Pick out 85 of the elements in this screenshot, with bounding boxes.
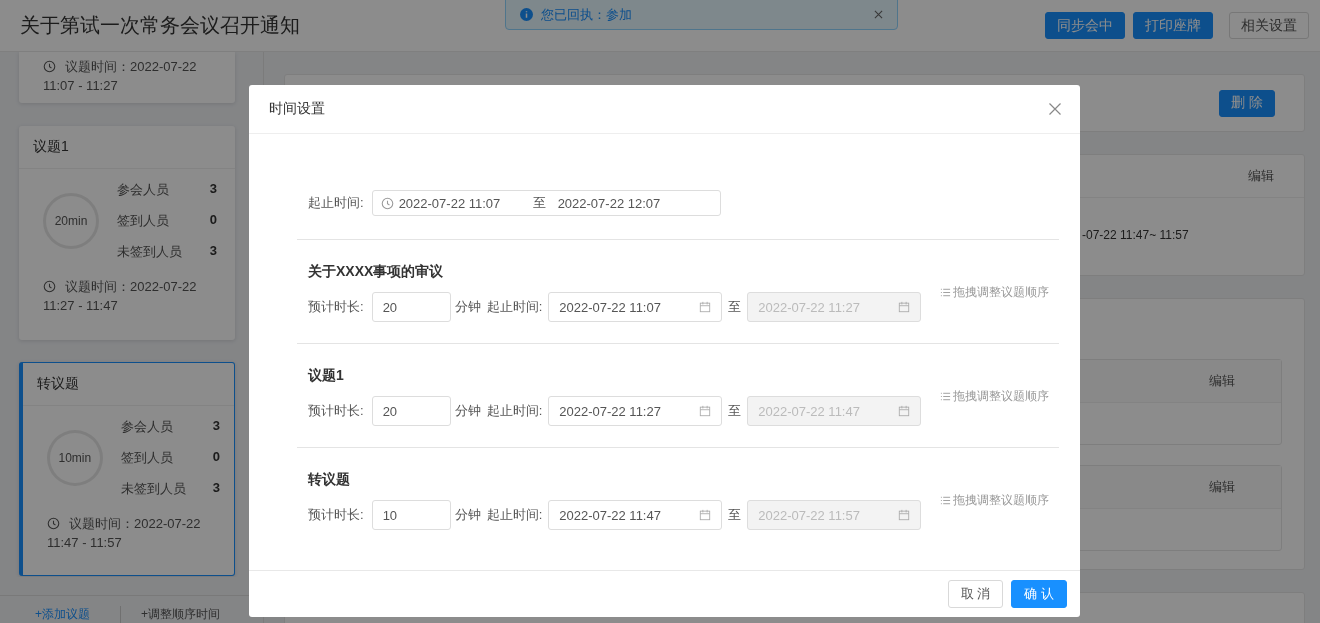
calendar-icon [898, 509, 911, 521]
range-separator: 至 [728, 506, 742, 524]
topic-heading: 转议题 [308, 470, 351, 488]
topic-time-range: 11:07 - 11:27 [43, 77, 118, 95]
date-range-picker[interactable]: 2022-07-22 11:07 至 2022-07-22 12:07 [371, 190, 721, 216]
topic-heading: 关于XXXX事项的审议 [308, 262, 445, 280]
topic-time-label: 议题时间：2022-07-22 [65, 58, 197, 76]
unit-label: 分钟 [454, 402, 481, 420]
stat-label: 未签到人员 [120, 480, 187, 498]
topic-title: 转议题 [37, 375, 79, 393]
range-separator: 至 [728, 402, 742, 420]
stat-label: 签到人员 [120, 449, 174, 467]
calendar-icon [898, 301, 911, 313]
duration-ring: 20min [43, 193, 99, 249]
stat-value: 0 [212, 449, 220, 466]
stat-value: 3 [209, 181, 217, 198]
topic-card[interactable]: 转议题 10min 参会人员 3 签到人员 0 未签到人员 3 议题时间：2022-07-22 11:47 - 11:57 [19, 362, 235, 576]
edit-link[interactable]: 编辑 [1209, 478, 1235, 496]
stat-value: 0 [209, 212, 217, 229]
calendar-icon [898, 405, 911, 417]
field-label: 起止时间: [308, 194, 364, 212]
topic-time-range: 11:27 - 11:47 [43, 297, 118, 315]
date-picker: 2022-07-22 11:57 [747, 500, 922, 530]
calendar-icon [699, 405, 712, 417]
stat-label: 未签到人员 [117, 243, 183, 261]
info-icon [520, 8, 533, 21]
date-picker: 2022-07-22 11:47 [747, 396, 922, 426]
close-icon[interactable] [874, 10, 883, 19]
duration-input[interactable]: 20 [371, 292, 451, 322]
date-picker[interactable]: 2022-07-22 11:27 [548, 396, 723, 426]
field-label: 起止时间: [486, 506, 543, 524]
list-icon [940, 495, 951, 506]
topic-title: 议题1 [33, 138, 69, 156]
range-separator: 至 [532, 194, 547, 212]
stat-value: 3 [209, 243, 217, 260]
header-button[interactable]: 打印座牌 [1133, 12, 1213, 39]
topic-time-label: 议题时间：2022-07-22 [65, 278, 197, 296]
stat-label: 签到人员 [117, 212, 170, 230]
topic-card[interactable]: 议题1 20min 参会人员 3 签到人员 0 未签到人员 3 议题时间：2022-07-22 11:27 - 11:47 [19, 126, 235, 340]
stat-value: 3 [212, 480, 220, 497]
clock-icon [380, 196, 394, 210]
clock-icon [43, 60, 56, 73]
dialog-title: 时间设置 [269, 100, 325, 118]
dialog-button[interactable]: 取 消 [947, 580, 1004, 608]
time-range-text: -07-22 11:47~ 11:57 [1082, 228, 1190, 242]
stat-label: 参会人员 [117, 181, 170, 199]
list-icon [940, 287, 951, 298]
alert-text: 您已回执：参加 [541, 5, 633, 24]
clock-icon [47, 517, 60, 530]
topic-card[interactable]: 议题时间：2022-07-22 11:07 - 11:27 [19, 52, 235, 103]
field-label: 预计时长: [308, 402, 364, 420]
edit-link[interactable]: 编辑 [1248, 167, 1274, 185]
unit-label: 分钟 [454, 298, 481, 316]
date-picker[interactable]: 2022-07-22 11:07 [548, 292, 723, 322]
range-end: 2022-07-22 12:07 [557, 195, 661, 211]
header-button[interactable]: 同步会中 [1045, 12, 1125, 39]
header-button[interactable]: 相关设置 [1229, 12, 1309, 39]
topic-time-range: 11:47 - 11:57 [47, 534, 122, 552]
duration-input[interactable]: 20 [371, 396, 451, 426]
calendar-icon [699, 301, 712, 313]
duration-ring: 10min [47, 430, 103, 486]
duration-input[interactable]: 10 [371, 500, 451, 530]
delete-button[interactable]: 删 除 [1219, 89, 1275, 117]
page-title: 关于第试一次常务会议召开通知 [20, 13, 300, 38]
dialog-button[interactable]: 确 认 [1011, 580, 1067, 608]
edit-link[interactable]: 编辑 [1209, 372, 1235, 390]
sidebar-link[interactable]: +添加议题 [35, 606, 90, 623]
close-icon[interactable] [1048, 102, 1062, 116]
field-label: 预计时长: [308, 298, 364, 316]
stat-value: 3 [212, 418, 220, 435]
field-label: 预计时长: [308, 506, 364, 524]
topic-heading: 议题1 [308, 366, 345, 384]
unit-label: 分钟 [454, 506, 481, 524]
field-label: 起止时间: [486, 402, 543, 420]
stat-label: 参会人员 [120, 418, 174, 436]
sidebar-link[interactable]: +调整顺序时间 [120, 606, 221, 623]
date-picker: 2022-07-22 11:27 [747, 292, 922, 322]
range-start: 2022-07-22 11:07 [398, 195, 502, 211]
clock-icon [43, 280, 56, 293]
topic-time-label: 议题时间：2022-07-22 [69, 515, 201, 533]
field-label: 起止时间: [486, 298, 543, 316]
list-icon [940, 391, 951, 402]
range-separator: 至 [728, 298, 742, 316]
calendar-icon [699, 509, 712, 521]
date-picker[interactable]: 2022-07-22 11:47 [548, 500, 723, 530]
